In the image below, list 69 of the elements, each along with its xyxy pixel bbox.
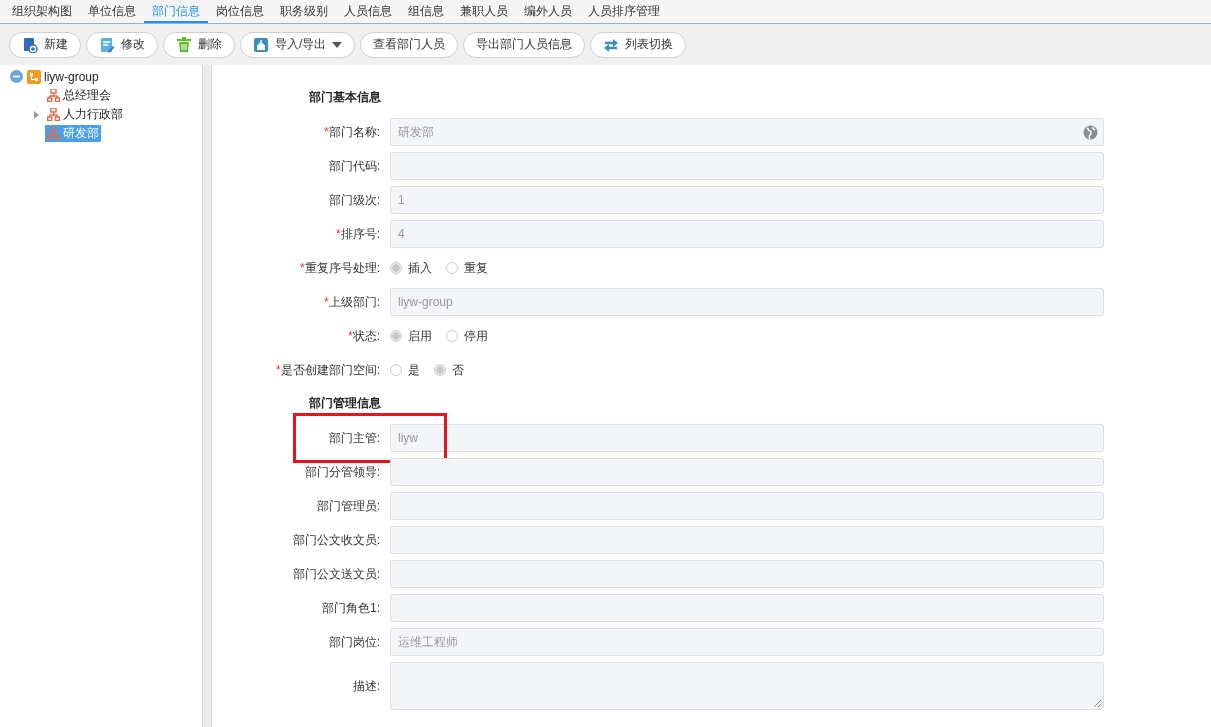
radio-option[interactable]: 停用 xyxy=(446,327,488,345)
field-label: 重复序号处理: xyxy=(304,260,380,275)
field-label: 部门岗位: xyxy=(328,634,380,649)
section-title: 部门管理信息 xyxy=(309,395,382,412)
trash-icon xyxy=(176,36,192,53)
section-title: 部门基本信息 xyxy=(309,89,382,106)
radio-option[interactable]: 是 xyxy=(390,361,420,379)
field-label: 上级部门: xyxy=(328,294,380,309)
required-mark: * xyxy=(300,260,305,275)
toolbar-button[interactable]: 新建 xyxy=(9,31,81,58)
field-label: 部门公文收文员: xyxy=(292,532,380,547)
input-field[interactable] xyxy=(390,594,1104,622)
input-field[interactable] xyxy=(390,458,1104,486)
tree-item[interactable]: liyw-group xyxy=(25,68,101,85)
tab[interactable]: 人员信息 xyxy=(336,1,400,23)
field-label: 部门管理员: xyxy=(316,498,380,513)
field-label: 描述: xyxy=(352,678,380,693)
document-plus-icon xyxy=(22,36,38,53)
tab[interactable]: 单位信息 xyxy=(80,1,144,23)
field-label: 部门公文送文员: xyxy=(292,566,380,581)
radio-button[interactable] xyxy=(434,364,446,376)
input-field[interactable] xyxy=(390,152,1104,180)
radio-option[interactable]: 重复 xyxy=(446,259,488,277)
input-field[interactable] xyxy=(390,526,1104,554)
radio-option[interactable]: 插入 xyxy=(390,259,432,277)
radio-button[interactable] xyxy=(390,364,402,376)
field-label: 部门名称: xyxy=(328,124,380,139)
splitter[interactable] xyxy=(203,65,212,727)
download-box-icon xyxy=(253,36,269,53)
document-pencil-icon xyxy=(99,36,115,53)
input-field[interactable] xyxy=(390,560,1104,588)
required-mark: * xyxy=(276,362,281,377)
swap-arrows-icon xyxy=(603,36,620,53)
required-mark: * xyxy=(336,226,341,241)
field-label: 部门代码: xyxy=(328,158,380,173)
required-mark: * xyxy=(324,294,329,309)
field-label: 部门角色1: xyxy=(322,600,380,615)
tab[interactable]: 职务级别 xyxy=(272,1,336,23)
field-label: 是否创建部门空间: xyxy=(280,362,380,377)
toolbar-button[interactable]: 列表切换 xyxy=(590,31,687,58)
tab[interactable]: 组织架构图 xyxy=(4,1,80,23)
text-area[interactable] xyxy=(390,662,1104,710)
radio-option[interactable]: 否 xyxy=(434,361,464,379)
radio-button[interactable] xyxy=(390,262,402,274)
radio-button[interactable] xyxy=(446,330,458,342)
resize-grip-icon xyxy=(1094,700,1101,707)
toolbar-button[interactable]: 查看部门人员 xyxy=(360,31,459,58)
required-mark: * xyxy=(348,328,353,343)
radio-option[interactable]: 启用 xyxy=(390,327,432,345)
tab[interactable]: 兼职人员 xyxy=(452,1,516,23)
radio-button[interactable] xyxy=(446,262,458,274)
tab[interactable]: 组信息 xyxy=(400,1,452,23)
toolbar-button[interactable]: 修改 xyxy=(86,31,158,58)
toolbar-button[interactable]: 导入/导出 xyxy=(240,31,356,58)
tree-item[interactable]: 总经理会 xyxy=(45,87,113,104)
field-label: 部门分管领导: xyxy=(304,464,380,479)
required-mark: * xyxy=(324,124,329,139)
field-label: 状态: xyxy=(352,328,380,343)
field-label: 部门级次: xyxy=(328,192,380,207)
field-label: 排序号: xyxy=(340,226,380,241)
input-field[interactable] xyxy=(390,492,1104,520)
toolbar-button[interactable]: 删除 xyxy=(163,31,235,58)
radio-button[interactable] xyxy=(390,330,402,342)
field-label: 部门主管: xyxy=(328,430,380,445)
tab[interactable]: 人员排序管理 xyxy=(580,1,668,23)
tab[interactable]: 岗位信息 xyxy=(208,1,272,23)
toolbar-button[interactable]: 导出部门人员信息 xyxy=(463,31,586,58)
tab[interactable]: 编外人员 xyxy=(516,1,580,23)
tree-item[interactable]: 人力行政部 xyxy=(45,106,125,123)
